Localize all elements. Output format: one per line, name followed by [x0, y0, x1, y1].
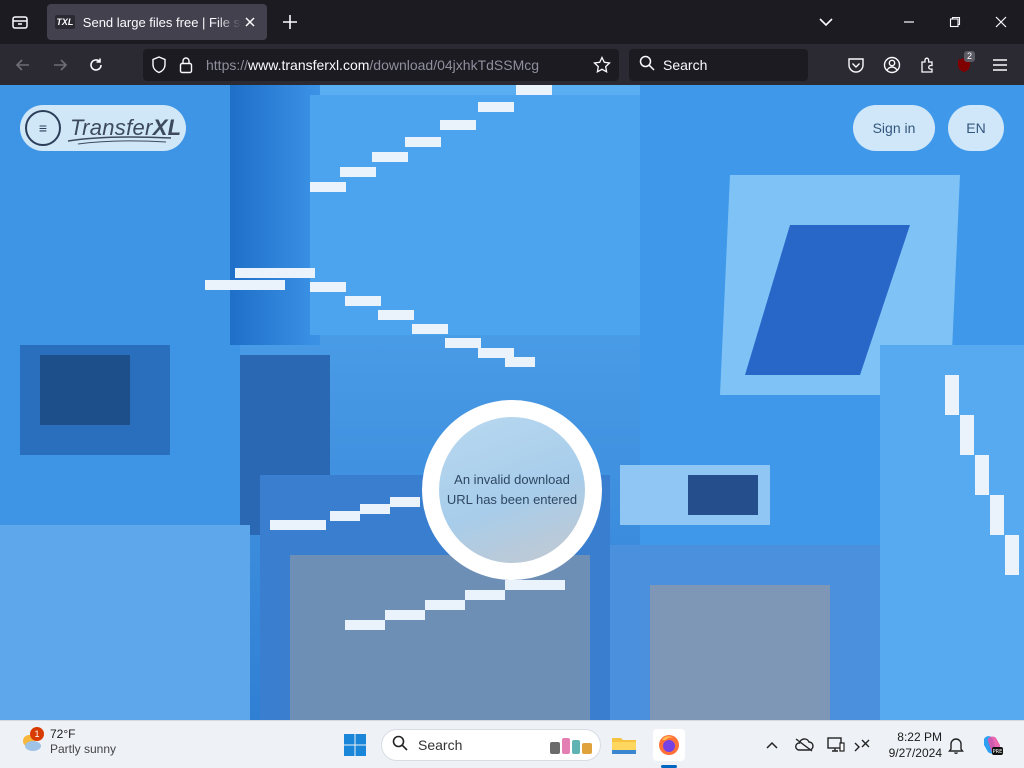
close-tab-icon[interactable]: [241, 13, 259, 31]
system-clock[interactable]: 8:22 PM 9/27/2024: [884, 729, 942, 761]
page-viewport: ≡ TransferXL Sign in EN An invalid downl…: [0, 85, 1024, 720]
stair-step: [345, 620, 385, 630]
site-favicon-icon: TXL: [55, 15, 75, 29]
copilot-icon[interactable]: PRE: [980, 733, 1004, 757]
new-tab-button[interactable]: [278, 10, 302, 34]
stair-step: [505, 580, 565, 590]
stair-step: [345, 296, 381, 306]
stair-step: [412, 324, 448, 334]
stair-step: [990, 495, 1004, 535]
windows-start-icon[interactable]: [343, 733, 367, 757]
stair-step: [960, 415, 974, 455]
tab-strip: TXL Send large files free | File sharing: [0, 0, 1024, 44]
extensions-puzzle-icon[interactable]: [913, 50, 943, 80]
browser-search-bar[interactable]: Search: [629, 49, 808, 81]
display-settings-icon[interactable]: [826, 735, 846, 755]
bookmark-star-icon[interactable]: [593, 55, 611, 79]
restore-button[interactable]: [932, 6, 978, 38]
browser-tab-active[interactable]: TXL Send large files free | File sharing: [47, 4, 267, 40]
close-window-button[interactable]: [978, 6, 1024, 38]
tab-list-icon[interactable]: [6, 8, 34, 36]
search-icon: [392, 735, 408, 756]
file-explorer-icon[interactable]: [608, 729, 640, 761]
url-path: /download/04jxhkTdSSMcg: [369, 57, 540, 73]
error-message-inner: An invalid download URL has been entered: [439, 417, 585, 563]
error-message-line-1: An invalid download: [454, 472, 570, 487]
weather-alert-badge: 1: [30, 727, 44, 741]
logo-swoosh-icon: [67, 136, 172, 145]
weather-condition: Partly sunny: [50, 742, 117, 756]
stair-step: [975, 455, 989, 495]
stair-step: [505, 357, 535, 367]
tab-title: Send large files free | File sharing: [82, 14, 241, 30]
stair-step: [425, 600, 465, 610]
show-hidden-icons-chevron-icon[interactable]: [762, 735, 782, 755]
stair-step: [310, 182, 346, 192]
network-volume-icon[interactable]: [852, 735, 872, 755]
search-icon: [639, 55, 655, 76]
stair-step: [516, 85, 552, 95]
stair-step: [385, 610, 425, 620]
stair-step: [360, 504, 390, 514]
taskbar-search-box[interactable]: Search: [381, 729, 601, 761]
cloud-sync-icon[interactable]: [794, 735, 814, 755]
back-button[interactable]: [8, 50, 38, 80]
stair-step: [372, 152, 408, 162]
minimize-button[interactable]: [886, 6, 932, 38]
windows-taskbar: 1 72°F Partly sunny Search 8:22 PM 9/27/…: [0, 720, 1024, 768]
taskbar-search-label: Search: [418, 737, 463, 753]
stair-step: [1005, 535, 1019, 575]
partly-sunny-icon: 1: [18, 727, 44, 755]
stair-step: [235, 268, 315, 278]
language-selector-button[interactable]: EN: [948, 105, 1004, 151]
reload-button[interactable]: [81, 50, 111, 80]
notification-bell-icon[interactable]: [946, 735, 966, 755]
sign-in-button[interactable]: Sign in: [853, 105, 935, 151]
account-icon[interactable]: [877, 50, 907, 80]
stair-step: [440, 120, 476, 130]
stair-step: [945, 375, 959, 415]
error-message-line-2: URL has been entered: [446, 492, 578, 507]
ublock-origin-extension-icon[interactable]: 2: [949, 50, 979, 80]
lock-icon[interactable]: [179, 56, 193, 79]
extension-badge: 2: [964, 51, 976, 62]
hamburger-menu-icon[interactable]: ≡: [25, 110, 61, 146]
forward-button[interactable]: [45, 50, 75, 80]
search-bar-label: Search: [663, 57, 708, 73]
pocket-icon[interactable]: [841, 50, 871, 80]
clock-time: 8:22 PM: [897, 730, 942, 744]
clock-date: 9/27/2024: [888, 746, 942, 760]
app-menu-hamburger-icon[interactable]: [985, 50, 1015, 80]
navigation-toolbar: https://www.transferxl.com/download/04jx…: [0, 44, 1024, 85]
weather-widget[interactable]: 1 72°F Partly sunny: [18, 727, 116, 757]
firefox-taskbar-icon[interactable]: [653, 729, 685, 761]
stair-step: [205, 280, 285, 290]
stair-step: [340, 167, 376, 177]
stair-step: [478, 102, 514, 112]
search-highlight-illustration-icon: [548, 734, 594, 763]
svg-text:PRE: PRE: [993, 749, 1003, 755]
stair-step: [390, 497, 420, 507]
logo-menu-pill[interactable]: ≡ TransferXL: [20, 105, 186, 151]
address-bar[interactable]: https://www.transferxl.com/download/04jx…: [143, 49, 619, 81]
stair-step: [378, 310, 414, 320]
stair-step: [330, 511, 360, 521]
tracking-protection-shield-icon[interactable]: [151, 56, 167, 79]
stair-step: [445, 338, 481, 348]
stair-step: [465, 590, 505, 600]
stair-step: [310, 282, 346, 292]
stair-step: [270, 520, 326, 530]
url-host: www.transferxl.com: [248, 57, 370, 73]
weather-temperature: 72°F: [50, 727, 76, 741]
stair-step: [405, 137, 441, 147]
list-all-tabs-button[interactable]: [814, 10, 838, 34]
url-text[interactable]: https://www.transferxl.com/download/04jx…: [206, 57, 539, 73]
error-message-circle: An invalid download URL has been entered: [422, 400, 602, 580]
url-scheme: https://: [206, 57, 249, 73]
